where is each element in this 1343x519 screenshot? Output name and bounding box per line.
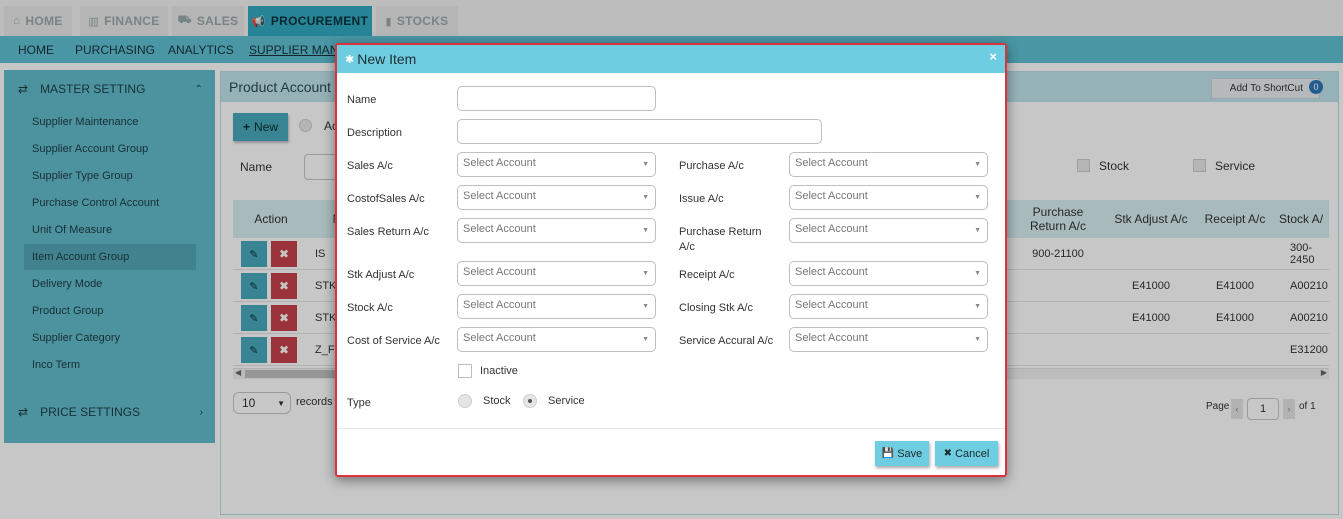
select-placeholder: Select Account [463, 190, 536, 202]
receipt-account-label: Receipt A/c [679, 269, 735, 281]
new-item-dialog: ✱ New Item × Name Description Sales A/c … [335, 43, 1007, 477]
stock-account-select[interactable]: Select Account ▼ [457, 294, 656, 319]
chevron-down-icon: ▼ [974, 336, 981, 343]
cost-of-service-account-select[interactable]: Select Account ▼ [457, 327, 656, 352]
select-placeholder: Select Account [795, 157, 868, 169]
close-icon[interactable]: × [989, 49, 997, 64]
chevron-down-icon: ▼ [642, 227, 649, 234]
save-button[interactable]: 💾 Save [875, 441, 929, 466]
save-button-label: Save [897, 447, 923, 460]
cost-of-sales-account-select[interactable]: Select Account ▼ [457, 185, 656, 210]
select-placeholder: Select Account [795, 299, 868, 311]
chevron-down-icon: ▼ [974, 161, 981, 168]
dialog-title: ✱ New Item [345, 51, 416, 67]
stk-adjust-account-select[interactable]: Select Account ▼ [457, 261, 656, 286]
purchase-account-label: Purchase A/c [679, 160, 744, 172]
type-stock-label: Stock [483, 395, 511, 407]
purchase-return-account-select[interactable]: Select Account ▼ [789, 218, 988, 243]
issue-account-select[interactable]: Select Account ▼ [789, 185, 988, 210]
receipt-account-select[interactable]: Select Account ▼ [789, 261, 988, 286]
inactive-checkbox[interactable] [458, 364, 472, 378]
type-service-label: Service [548, 395, 585, 407]
name-label: Name [347, 94, 377, 106]
select-placeholder: Select Account [795, 223, 868, 235]
chevron-down-icon: ▼ [974, 194, 981, 201]
chevron-down-icon: ▼ [642, 161, 649, 168]
select-placeholder: Select Account [463, 157, 536, 169]
cancel-button-label: Cancel [955, 447, 990, 460]
dialog-header: ✱ New Item × [337, 45, 1005, 73]
description-input[interactable] [457, 119, 822, 144]
cancel-button[interactable]: ✖ Cancel [935, 441, 998, 466]
cost-of-sales-account-label: CostofSales A/c [347, 193, 425, 205]
purchase-account-select[interactable]: Select Account ▼ [789, 152, 988, 177]
stk-adjust-account-label: Stk Adjust A/c [347, 269, 415, 281]
service-accural-account-label: Service Accural A/c [679, 335, 774, 347]
floppy-disk-icon: 💾 [881, 448, 895, 459]
type-service-radio[interactable] [523, 394, 537, 408]
type-label: Type [347, 397, 371, 409]
sales-return-account-label: Sales Return A/c [347, 226, 429, 238]
select-placeholder: Select Account [795, 266, 868, 278]
issue-account-label: Issue A/c [679, 193, 724, 205]
cost-of-service-account-label: Cost of Service A/c [347, 335, 440, 347]
description-label: Description [347, 127, 403, 139]
dialog-footer-divider [337, 428, 1005, 429]
chevron-down-icon: ▼ [642, 303, 649, 310]
chevron-down-icon: ▼ [974, 227, 981, 234]
select-placeholder: Select Account [463, 223, 536, 235]
closing-stk-account-label: Closing Stk A/c [679, 302, 753, 314]
closing-stk-account-select[interactable]: Select Account ▼ [789, 294, 988, 319]
dialog-title-text: New Item [357, 51, 417, 67]
select-placeholder: Select Account [463, 266, 536, 278]
chevron-down-icon: ▼ [974, 270, 981, 277]
service-accural-account-select[interactable]: Select Account ▼ [789, 327, 988, 352]
purchase-return-account-label: Purchase Return A/c [679, 226, 762, 253]
chevron-down-icon: ▼ [642, 336, 649, 343]
chevron-down-icon: ▼ [974, 303, 981, 310]
sales-account-label: Sales A/c [347, 160, 393, 172]
chevron-down-icon: ▼ [642, 194, 649, 201]
select-placeholder: Select Account [795, 190, 868, 202]
gear-icon: ✱ [345, 53, 355, 66]
select-placeholder: Select Account [463, 332, 536, 344]
close-icon: ✖ [943, 448, 953, 459]
stock-account-label: Stock A/c [347, 302, 393, 314]
inactive-label: Inactive [480, 365, 518, 377]
chevron-down-icon: ▼ [642, 270, 649, 277]
select-placeholder: Select Account [795, 332, 868, 344]
sales-return-account-select[interactable]: Select Account ▼ [457, 218, 656, 243]
name-input[interactable] [457, 86, 656, 111]
type-stock-radio[interactable] [458, 394, 472, 408]
sales-account-select[interactable]: Select Account ▼ [457, 152, 656, 177]
select-placeholder: Select Account [463, 299, 536, 311]
